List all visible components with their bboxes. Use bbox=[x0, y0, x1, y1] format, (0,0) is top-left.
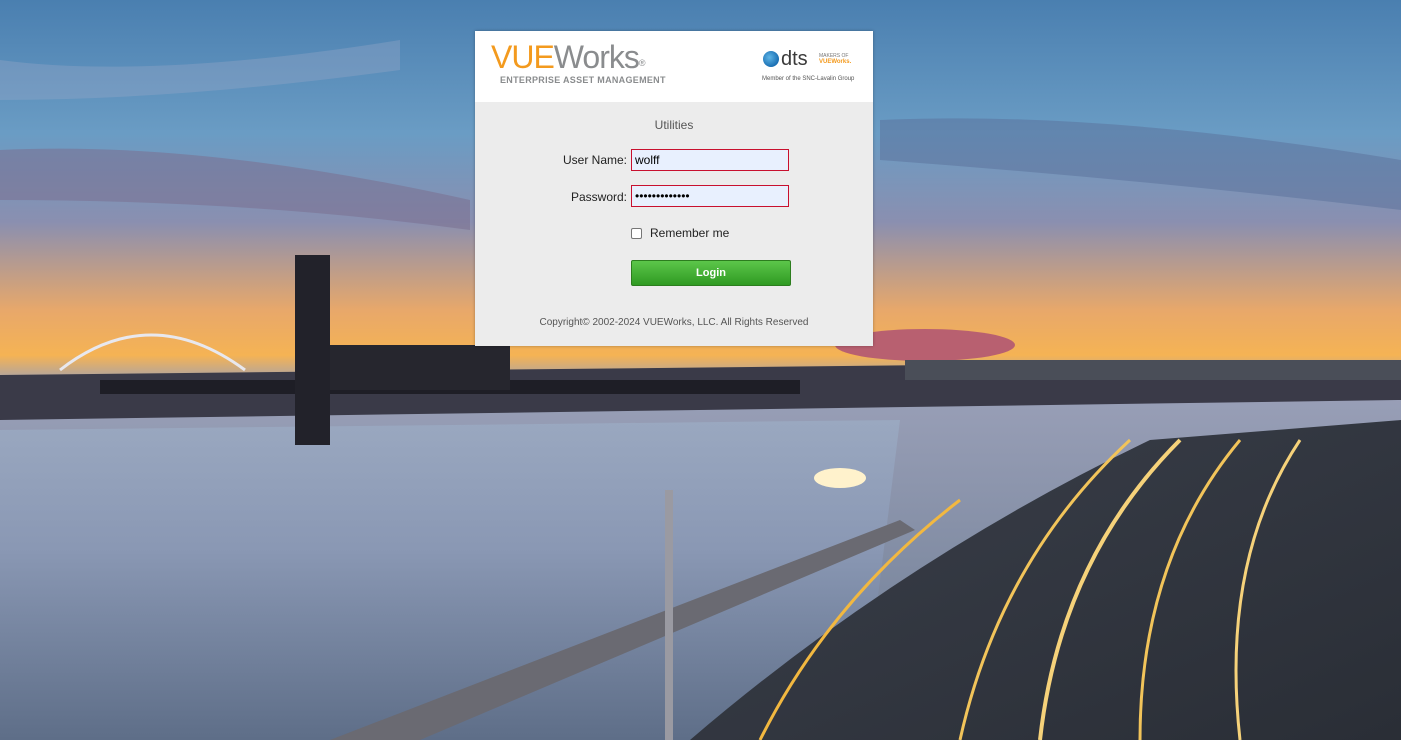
logo-vue-text: VUE bbox=[491, 39, 555, 75]
logo-works-text: Works bbox=[553, 39, 640, 75]
dts-logo: dts MAKERS OF VUEWorks. Member of the SN… bbox=[762, 48, 862, 89]
password-label: Password: bbox=[570, 190, 627, 204]
dts-makers-of: MAKERS OF VUEWorks. bbox=[819, 53, 859, 65]
dts-member-text: Member of the SNC-Lavalin Group bbox=[762, 76, 855, 82]
username-label: User Name: bbox=[562, 153, 627, 167]
vueworks-logo: VUEWorks® ENTERPRISE ASSET MANAGEMENT bbox=[491, 40, 676, 90]
login-button[interactable]: Login bbox=[631, 260, 791, 286]
dts-name: dts bbox=[781, 48, 808, 70]
remember-me-row: Remember me bbox=[631, 226, 729, 240]
remember-me-label[interactable]: Remember me bbox=[650, 226, 729, 240]
app-subtitle: Utilities bbox=[654, 118, 694, 132]
dts-makers-brand: VUEWorks. bbox=[819, 59, 852, 65]
logo-registered-mark: ® bbox=[638, 58, 646, 68]
username-field[interactable] bbox=[631, 149, 789, 171]
password-field[interactable] bbox=[631, 185, 789, 207]
login-panel: VUEWorks® ENTERPRISE ASSET MANAGEMENT dt… bbox=[475, 31, 873, 346]
dts-circle-icon bbox=[763, 51, 779, 67]
logo-tagline: ENTERPRISE ASSET MANAGEMENT bbox=[500, 75, 666, 85]
login-header: VUEWorks® ENTERPRISE ASSET MANAGEMENT dt… bbox=[475, 31, 873, 102]
copyright-text: Copyright© 2002-2024 VUEWorks, LLC. All … bbox=[539, 317, 809, 328]
remember-me-checkbox[interactable] bbox=[631, 227, 642, 239]
